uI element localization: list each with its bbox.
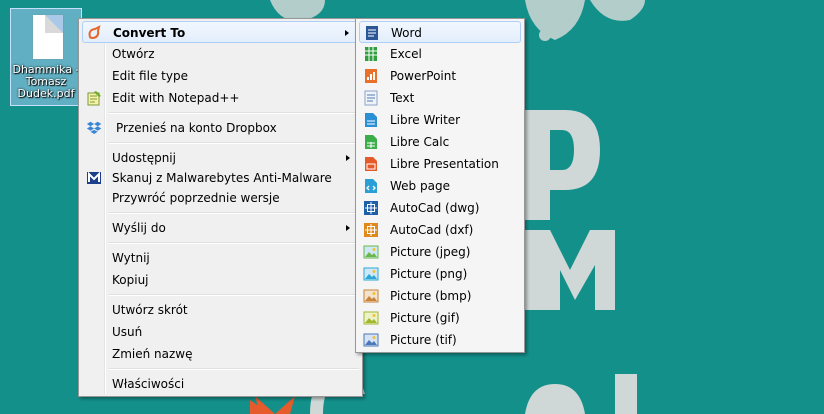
submenu-item-label: Libre Presentation xyxy=(390,157,499,171)
submenu-item-label: Picture (bmp) xyxy=(390,289,472,303)
picture-tif-icon xyxy=(363,332,379,348)
submenu-item-web-page[interactable]: Web page xyxy=(359,175,521,197)
submenu-item-autocad-dwg[interactable]: AutoCad (dwg) xyxy=(359,197,521,219)
submenu-item-libre-writer[interactable]: Libre Writer xyxy=(359,109,521,131)
dropbox-icon xyxy=(86,120,102,136)
notepad-plus-icon xyxy=(86,90,102,106)
submenu-item-label: Libre Writer xyxy=(390,113,461,127)
desktop-file-icon[interactable]: Dhammika - Tomasz Dudek.pdf xyxy=(10,8,82,106)
picture-png-icon xyxy=(363,266,379,282)
convert-submenu: Word Excel PowerPoint Text Libre Writer … xyxy=(355,18,525,353)
text-doc-icon xyxy=(363,90,379,106)
submenu-item-excel[interactable]: Excel xyxy=(359,43,521,65)
menu-separator xyxy=(109,294,359,296)
submenu-item-libre-presentation[interactable]: Libre Presentation xyxy=(359,153,521,175)
menu-item-dropbox[interactable]: Przenieś na konto Dropbox xyxy=(82,117,359,139)
menu-item-label: Wytnij xyxy=(112,251,150,265)
submenu-item-autocad-dxf[interactable]: AutoCad (dxf) xyxy=(359,219,521,241)
menu-item-convert-to[interactable]: Convert To xyxy=(82,21,359,43)
menu-item-restore-versions[interactable]: Przywróć poprzednie wersje xyxy=(82,187,359,209)
menu-item-edit-file-type[interactable]: Edit file type xyxy=(82,65,359,87)
menu-item-copy[interactable]: Kopiuj xyxy=(82,269,359,291)
submenu-item-label: AutoCad (dxf) xyxy=(390,223,474,237)
menu-item-label: Zmień nazwę xyxy=(112,347,193,361)
submenu-arrow-icon xyxy=(346,225,350,231)
submenu-item-libre-calc[interactable]: Libre Calc xyxy=(359,131,521,153)
submenu-item-label: Libre Calc xyxy=(390,135,450,149)
submenu-item-label: AutoCad (dwg) xyxy=(390,201,480,215)
menu-item-label: Udostępnij xyxy=(112,151,176,165)
submenu-item-label: Picture (jpeg) xyxy=(390,245,471,259)
context-menu: Convert To Otwórz Edit file type Edit wi… xyxy=(78,18,363,397)
submenu-item-picture-tif[interactable]: Picture (tif) xyxy=(359,329,521,351)
libre-presentation-icon xyxy=(363,156,379,172)
menu-separator xyxy=(109,112,359,114)
desktop-file-label: Dhammika - Tomasz Dudek.pdf xyxy=(12,63,80,100)
menu-separator xyxy=(109,368,359,370)
submenu-item-picture-png[interactable]: Picture (png) xyxy=(359,263,521,285)
menu-item-label: Usuń xyxy=(112,325,143,339)
powerpoint-icon xyxy=(363,68,379,84)
menu-item-create-shortcut[interactable]: Utwórz skrót xyxy=(82,299,359,321)
menu-item-label: Edit with Notepad++ xyxy=(112,91,240,105)
submenu-item-text[interactable]: Text xyxy=(359,87,521,109)
submenu-item-powerpoint[interactable]: PowerPoint xyxy=(359,65,521,87)
menu-item-label: Convert To xyxy=(113,26,186,40)
menu-item-label: Utwórz skrót xyxy=(112,303,188,317)
submenu-item-picture-bmp[interactable]: Picture (bmp) xyxy=(359,285,521,307)
picture-gif-icon xyxy=(363,310,379,326)
menu-item-open[interactable]: Otwórz xyxy=(82,43,359,65)
submenu-arrow-icon xyxy=(346,155,350,161)
submenu-item-label: Web page xyxy=(390,179,450,193)
menu-item-malwarebytes[interactable]: Skanuj z Malwarebytes Anti-Malware xyxy=(82,167,359,189)
submenu-item-label: Text xyxy=(390,91,415,105)
menu-item-send-to[interactable]: Wyślij do xyxy=(82,217,359,239)
submenu-item-label: Picture (png) xyxy=(390,267,468,281)
pdf-file-icon xyxy=(33,15,63,59)
submenu-item-label: Word xyxy=(391,26,422,40)
menu-item-label: Skanuj z Malwarebytes Anti-Malware xyxy=(112,171,332,185)
submenu-arrow-icon xyxy=(345,30,349,36)
libre-writer-icon xyxy=(363,112,379,128)
menu-separator xyxy=(109,242,359,244)
web-page-icon xyxy=(363,178,379,194)
submenu-item-label: Picture (tif) xyxy=(390,333,457,347)
menu-item-label: Przenieś na konto Dropbox xyxy=(116,121,277,135)
libre-calc-icon xyxy=(363,134,379,150)
convert-logo-icon xyxy=(87,25,103,41)
malwarebytes-icon xyxy=(86,170,102,186)
picture-bmp-icon xyxy=(363,288,379,304)
submenu-item-picture-jpeg[interactable]: Picture (jpeg) xyxy=(359,241,521,263)
menu-separator xyxy=(109,212,359,214)
menu-item-label: Wyślij do xyxy=(112,221,166,235)
submenu-item-picture-gif[interactable]: Picture (gif) xyxy=(359,307,521,329)
menu-item-share[interactable]: Udostępnij xyxy=(82,147,359,169)
autocad-dxf-icon xyxy=(363,222,379,238)
submenu-item-label: Excel xyxy=(390,47,422,61)
picture-jpeg-icon xyxy=(363,244,379,260)
submenu-item-word[interactable]: Word xyxy=(359,21,521,43)
menu-item-delete[interactable]: Usuń xyxy=(82,321,359,343)
menu-item-label: Otwórz xyxy=(112,47,155,61)
menu-item-edit-notepad[interactable]: Edit with Notepad++ xyxy=(82,87,359,109)
excel-grid-icon xyxy=(363,46,379,62)
menu-item-properties[interactable]: Właściwości xyxy=(82,373,359,395)
menu-item-label: Przywróć poprzednie wersje xyxy=(112,191,280,205)
menu-item-label: Kopiuj xyxy=(112,273,149,287)
word-doc-icon xyxy=(364,25,380,41)
submenu-item-label: Picture (gif) xyxy=(390,311,460,325)
menu-separator xyxy=(109,142,359,144)
submenu-item-label: PowerPoint xyxy=(390,69,457,83)
menu-item-label: Właściwości xyxy=(112,377,185,391)
autocad-dwg-icon xyxy=(363,200,379,216)
menu-item-cut[interactable]: Wytnij xyxy=(82,247,359,269)
menu-item-rename[interactable]: Zmień nazwę xyxy=(82,343,359,365)
menu-item-label: Edit file type xyxy=(112,69,188,83)
